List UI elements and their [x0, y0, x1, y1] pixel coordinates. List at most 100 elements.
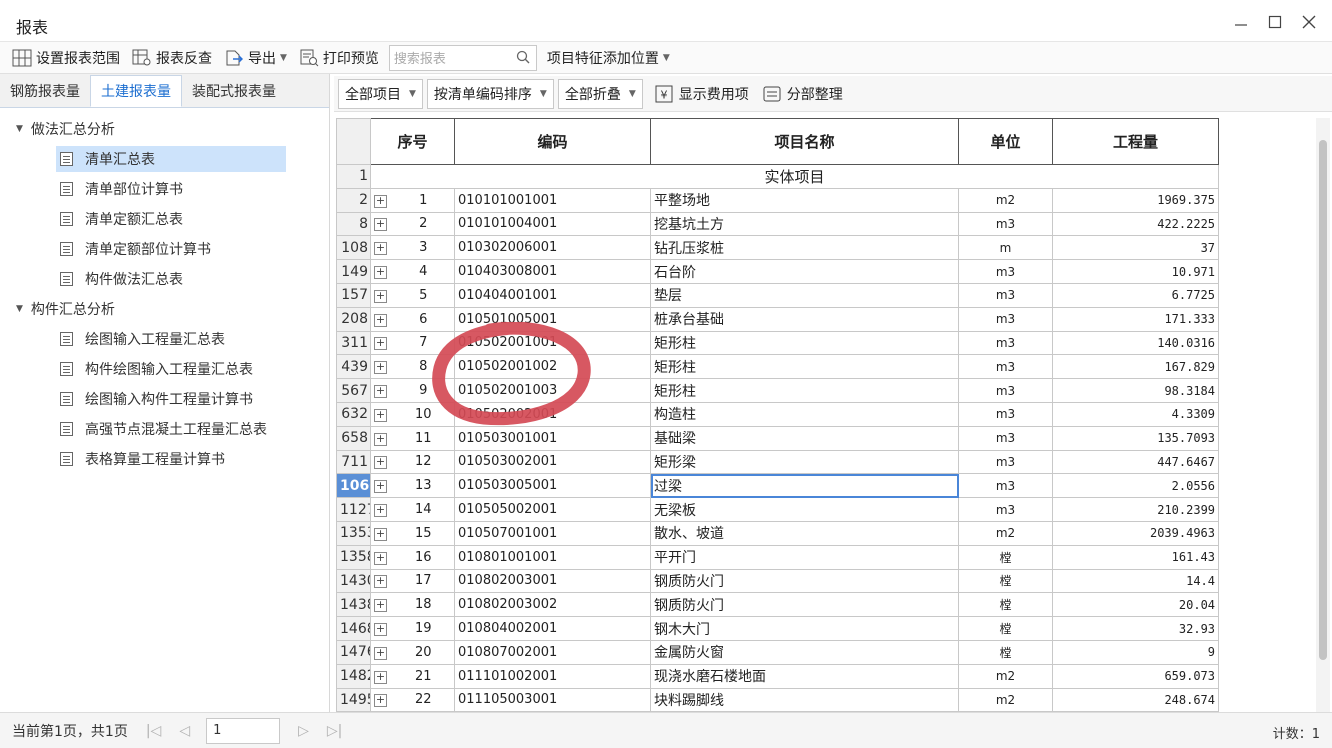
code-cell[interactable]: 010101001001: [454, 187, 652, 213]
name-cell[interactable]: 矩形柱: [650, 354, 960, 380]
table-row[interactable]: 149 +4 010403008001 石台阶 m3 10.971: [336, 259, 1220, 284]
expand-plus-icon[interactable]: +: [374, 527, 387, 541]
table-row[interactable]: 311 +7 010502001001 矩形柱 m3 140.0316: [336, 330, 1220, 356]
table-row[interactable]: 157 +5 010404001001 垫层 m3 6.7725: [336, 282, 1220, 308]
quantity-cell[interactable]: 37: [1052, 235, 1220, 261]
expand-toggle[interactable]: +: [370, 568, 393, 594]
quantity-cell[interactable]: 10.971: [1052, 259, 1220, 284]
expand-plus-icon[interactable]: +: [374, 361, 387, 375]
seq-cell[interactable]: 2: [392, 211, 456, 237]
unit-cell[interactable]: m3: [958, 497, 1054, 522]
code-cell[interactable]: 010502001001: [454, 330, 652, 356]
table-row[interactable]: 1495+22011105003001块料踢脚线m2248.674: [336, 687, 1220, 712]
table-row[interactable]: 108 +3 010302006001 钻孔压浆桩 m 37: [336, 235, 1220, 261]
code-header[interactable]: 编码: [454, 118, 652, 165]
tree-group-method-summary[interactable]: ▼ 做法汇总分析: [0, 114, 329, 144]
table-row[interactable]: 1353+15010507001001散水、坡道m22039.4963: [336, 520, 1220, 546]
expand-toggle[interactable]: +: [370, 187, 393, 213]
page-number-input[interactable]: 1: [206, 717, 281, 744]
expand-plus-icon[interactable]: +: [374, 194, 387, 208]
name-cell[interactable]: 矩形柱: [650, 330, 960, 356]
quantity-cell[interactable]: 161.43: [1052, 544, 1220, 570]
code-cell[interactable]: 010502001002: [454, 354, 652, 380]
expand-plus-icon[interactable]: +: [374, 599, 387, 613]
seq-cell[interactable]: 7: [392, 330, 456, 356]
quantity-cell[interactable]: 171.333: [1052, 306, 1220, 332]
last-page-icon[interactable]: ▷|: [327, 723, 342, 739]
quantity-cell[interactable]: 32.93: [1052, 616, 1220, 641]
code-cell[interactable]: 010503001001: [454, 425, 652, 451]
name-cell[interactable]: 垫层: [650, 282, 960, 308]
quantity-cell[interactable]: 210.2399: [1052, 497, 1220, 522]
unit-cell[interactable]: 樘: [958, 616, 1054, 641]
table-row[interactable]: 1430+17010802003001钢质防火门樘14.4: [336, 568, 1220, 594]
unit-cell[interactable]: m3: [958, 282, 1054, 308]
close-button[interactable]: [1294, 10, 1324, 34]
expand-plus-icon[interactable]: +: [374, 337, 387, 351]
scrollbar-thumb[interactable]: [1319, 140, 1327, 660]
expand-plus-icon[interactable]: +: [374, 480, 387, 494]
expand-plus-icon[interactable]: +: [374, 694, 387, 708]
code-cell[interactable]: 010502002001: [454, 401, 652, 427]
expand-plus-icon[interactable]: +: [374, 313, 387, 327]
name-cell[interactable]: 散水、坡道: [650, 520, 960, 546]
table-row[interactable]: 1060+13010503005001过梁m32.0556: [336, 473, 1220, 499]
name-cell[interactable]: 钻孔压浆桩: [650, 235, 960, 261]
expand-toggle[interactable]: +: [370, 354, 393, 380]
quantity-cell[interactable]: 4.3309: [1052, 401, 1220, 427]
next-page-icon[interactable]: ▷: [298, 723, 309, 739]
expand-toggle[interactable]: +: [370, 473, 393, 499]
expand-plus-icon[interactable]: +: [374, 266, 387, 280]
expand-toggle[interactable]: +: [370, 497, 393, 522]
table-row[interactable]: 1127+14010505002001无梁板m3210.2399: [336, 497, 1220, 522]
code-cell[interactable]: 010404001001: [454, 282, 652, 308]
expand-plus-icon[interactable]: +: [374, 575, 387, 589]
collapse-dropdown[interactable]: 全部折叠 ▼: [557, 78, 643, 109]
unit-cell[interactable]: m3: [958, 211, 1054, 237]
section-label[interactable]: 实体项目: [369, 164, 1220, 189]
quantity-header[interactable]: 工程量: [1052, 118, 1220, 165]
expand-toggle[interactable]: +: [370, 639, 393, 665]
seq-cell[interactable]: 17: [392, 568, 456, 594]
unit-cell[interactable]: m2: [958, 663, 1054, 689]
expand-toggle[interactable]: +: [370, 211, 393, 237]
seq-cell[interactable]: 15: [392, 520, 456, 546]
unit-cell[interactable]: m3: [958, 330, 1054, 356]
expand-plus-icon[interactable]: +: [374, 670, 387, 684]
seq-cell[interactable]: 10: [392, 401, 456, 427]
tree-item-bill-location-calc[interactable]: 清单部位计算书: [0, 174, 329, 204]
quantity-cell[interactable]: 422.2225: [1052, 211, 1220, 237]
code-cell[interactable]: 010501005001: [454, 306, 652, 332]
name-cell[interactable]: 金属防火窗: [650, 639, 960, 665]
expand-toggle[interactable]: +: [370, 330, 393, 356]
tree-item-bill-summary[interactable]: 清单汇总表: [0, 144, 329, 174]
unit-cell[interactable]: m2: [958, 520, 1054, 546]
code-cell[interactable]: 010403008001: [454, 259, 652, 284]
expand-plus-icon[interactable]: +: [374, 646, 387, 660]
quantity-cell[interactable]: 447.6467: [1052, 449, 1220, 475]
quantity-cell[interactable]: 167.829: [1052, 354, 1220, 380]
name-cell[interactable]: 钢质防火门: [650, 592, 960, 618]
tree-item-component-drawing-summary[interactable]: 构件绘图输入工程量汇总表: [0, 354, 329, 384]
seq-cell[interactable]: 18: [392, 592, 456, 618]
quantity-cell[interactable]: 135.7093: [1052, 425, 1220, 451]
all-items-dropdown[interactable]: 全部项目 ▼: [338, 78, 423, 109]
seq-cell[interactable]: 4: [392, 259, 456, 284]
expand-toggle[interactable]: +: [370, 592, 393, 618]
tab-rebar-report[interactable]: 钢筋报表量: [0, 75, 90, 107]
code-cell[interactable]: 010804002001: [454, 616, 652, 641]
expand-toggle[interactable]: +: [370, 425, 393, 451]
seq-cell[interactable]: 6: [392, 306, 456, 332]
expand-toggle[interactable]: +: [370, 449, 393, 475]
code-cell[interactable]: 010507001001: [454, 520, 652, 546]
search-icon[interactable]: [516, 50, 530, 64]
table-row[interactable]: 1476+20010807002001金属防火窗樘9: [336, 639, 1220, 665]
table-row[interactable]: 208 +6 010501005001 桩承台基础 m3 171.333: [336, 306, 1220, 332]
table-row[interactable]: 632 +10 010502002001 构造柱 m3 4.3309: [336, 401, 1220, 427]
maximize-button[interactable]: [1260, 10, 1290, 34]
code-cell[interactable]: 010807002001: [454, 639, 652, 665]
unit-cell[interactable]: m3: [958, 306, 1054, 332]
quantity-cell[interactable]: 659.073: [1052, 663, 1220, 689]
unit-cell[interactable]: m3: [958, 425, 1054, 451]
seq-cell[interactable]: 9: [392, 378, 456, 403]
